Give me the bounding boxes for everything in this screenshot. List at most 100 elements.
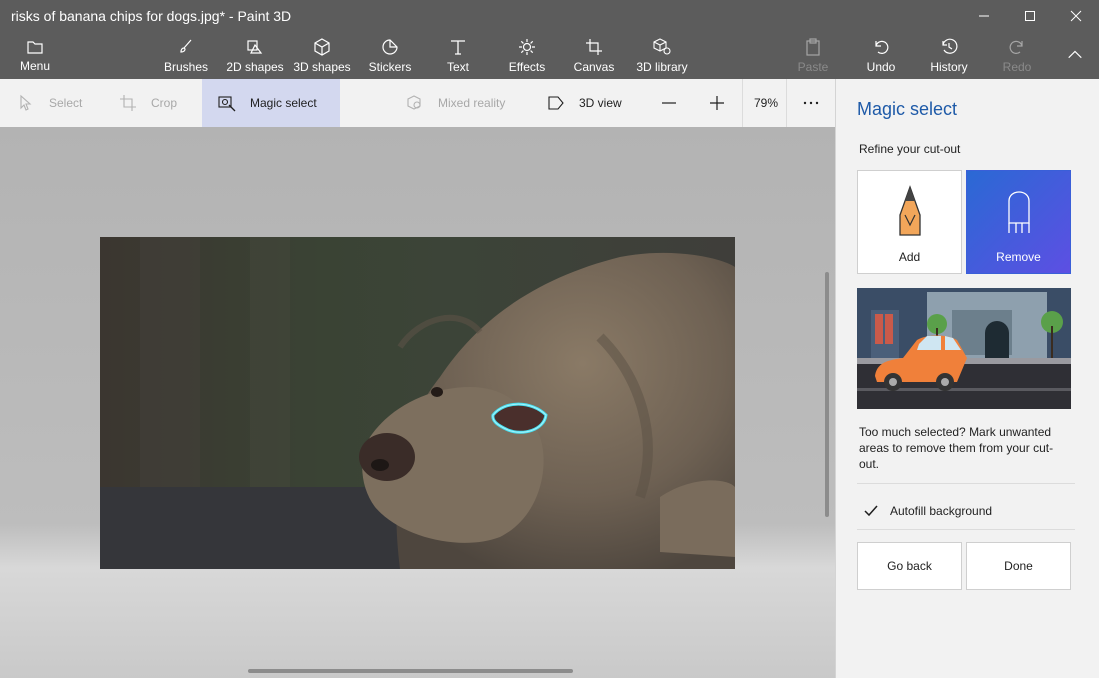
select-tool[interactable]: Select	[17, 79, 107, 127]
redo-label: Redo	[1002, 60, 1032, 74]
3d-view-toggle[interactable]: 3D view	[547, 79, 637, 127]
sun-icon	[519, 39, 535, 55]
canvas-icon	[586, 39, 602, 55]
checkmark-icon	[864, 505, 878, 517]
minimize-icon	[979, 15, 989, 17]
autofill-checkbox[interactable]	[860, 500, 882, 522]
3d-view-label: 3D view	[579, 96, 622, 110]
3d-view-icon	[548, 96, 564, 110]
3d-library-label: 3D library	[636, 60, 688, 74]
history-icon	[942, 38, 958, 54]
magic-select-panel: Magic select Refine your cut-out Add Rem…	[835, 79, 1099, 678]
dog-photo	[100, 237, 735, 569]
effects-button[interactable]: Effects	[506, 32, 548, 79]
crop-label: Crop	[151, 96, 178, 110]
2d-shapes-label: 2D shapes	[226, 60, 284, 74]
more-options-button[interactable]	[802, 79, 822, 127]
magic-select-tool[interactable]: Magic select	[202, 79, 340, 127]
remove-preview-illustration	[857, 288, 1071, 409]
add-label: Add	[898, 250, 921, 264]
text-icon	[451, 40, 465, 55]
horizontal-scrollbar[interactable]	[248, 669, 573, 673]
crop-icon	[120, 95, 136, 111]
panel-title: Magic select	[857, 99, 958, 119]
cursor-icon	[20, 94, 32, 111]
text-label: Text	[446, 60, 469, 74]
undo-label: Undo	[866, 60, 896, 74]
autofill-label: Autofill background	[890, 504, 993, 518]
3d-shapes-button[interactable]: 3D shapes	[292, 32, 352, 79]
vertical-scrollbar[interactable]	[825, 272, 829, 517]
brushes-button[interactable]: Brushes	[162, 32, 210, 79]
redo-icon	[1009, 40, 1023, 54]
undo-button[interactable]: Undo	[864, 32, 898, 79]
close-button[interactable]	[1053, 0, 1099, 32]
stickers-button[interactable]: Stickers	[366, 32, 414, 79]
maximize-icon	[1025, 11, 1035, 21]
panel-divider	[857, 483, 1075, 484]
zoom-out-button[interactable]	[660, 79, 682, 127]
dog-photo-canvas[interactable]	[100, 237, 735, 569]
redo-button[interactable]: Redo	[1000, 32, 1034, 79]
clipboard-icon	[806, 38, 820, 56]
2d-shapes-icon	[247, 40, 263, 54]
secondary-toolbar: Select Crop Magic select Mixed reality 3…	[0, 79, 835, 127]
main-toolbar: Menu Brushes 2D shapes 3D shapes Sticker…	[0, 32, 1099, 79]
library-icon	[653, 38, 671, 55]
plus-icon	[710, 96, 724, 110]
paste-label: Paste	[797, 60, 829, 74]
close-icon	[1070, 10, 1082, 22]
history-label: History	[930, 60, 968, 74]
canvas-button[interactable]: Canvas	[572, 32, 616, 79]
2d-shapes-button[interactable]: 2D shapes	[224, 32, 286, 79]
canvas-label: Canvas	[573, 60, 615, 74]
paste-button[interactable]: Paste	[796, 32, 830, 79]
toolbar-divider	[786, 79, 787, 127]
3d-shapes-label: 3D shapes	[293, 60, 351, 74]
go-back-button[interactable]: Go back	[857, 542, 962, 590]
menu-label: Menu	[19, 59, 51, 73]
mixed-reality-icon	[407, 95, 421, 110]
crop-tool[interactable]: Crop	[119, 79, 199, 127]
autofill-background-toggle[interactable]: Autofill background	[857, 493, 1075, 529]
maximize-button[interactable]	[1007, 0, 1053, 32]
sticker-icon	[382, 39, 398, 55]
mixed-reality-label: Mixed reality	[438, 96, 506, 110]
collapse-toolbar-button[interactable]	[1062, 32, 1088, 79]
history-button[interactable]: History	[928, 32, 970, 79]
magic-select-label: Magic select	[250, 96, 317, 110]
remove-mode-button[interactable]: Remove	[966, 170, 1071, 274]
help-text: Too much selected? Mark unwanted areas t…	[859, 425, 1054, 471]
panel-subtitle: Refine your cut-out	[859, 142, 961, 156]
more-icon	[803, 101, 819, 105]
chevron-up-icon	[1068, 50, 1082, 59]
undo-icon	[875, 40, 889, 54]
zoom-level[interactable]: 79%	[754, 79, 786, 127]
car-illustration	[857, 288, 1071, 409]
remove-label: Remove	[996, 250, 1041, 264]
effects-label: Effects	[508, 60, 546, 74]
add-mode-button[interactable]: Add	[857, 170, 962, 274]
minimize-button[interactable]	[961, 0, 1007, 32]
canvas-area[interactable]	[0, 127, 835, 678]
cube-icon	[314, 38, 330, 56]
panel-divider	[857, 529, 1075, 530]
done-button[interactable]: Done	[966, 542, 1071, 590]
brush-icon	[180, 39, 192, 53]
stickers-label: Stickers	[368, 60, 412, 74]
panel-border	[835, 79, 836, 678]
eraser-icon	[1007, 191, 1030, 233]
mixed-reality-tool[interactable]: Mixed reality	[406, 79, 526, 127]
zoom-value: 79%	[754, 96, 779, 110]
select-label: Select	[49, 96, 83, 110]
text-button[interactable]: Text	[440, 32, 476, 79]
magic-select-icon	[218, 96, 236, 112]
minus-icon	[662, 102, 676, 104]
window-title: risks of banana chips for dogs.jpg* - Pa…	[11, 8, 292, 24]
zoom-in-button[interactable]	[708, 79, 730, 127]
3d-library-button[interactable]: 3D library	[634, 32, 690, 79]
toolbar-divider	[742, 79, 743, 127]
title-bar: risks of banana chips for dogs.jpg* - Pa…	[0, 0, 1099, 32]
menu-button[interactable]: Menu	[14, 32, 56, 79]
pencil-icon	[898, 185, 921, 236]
